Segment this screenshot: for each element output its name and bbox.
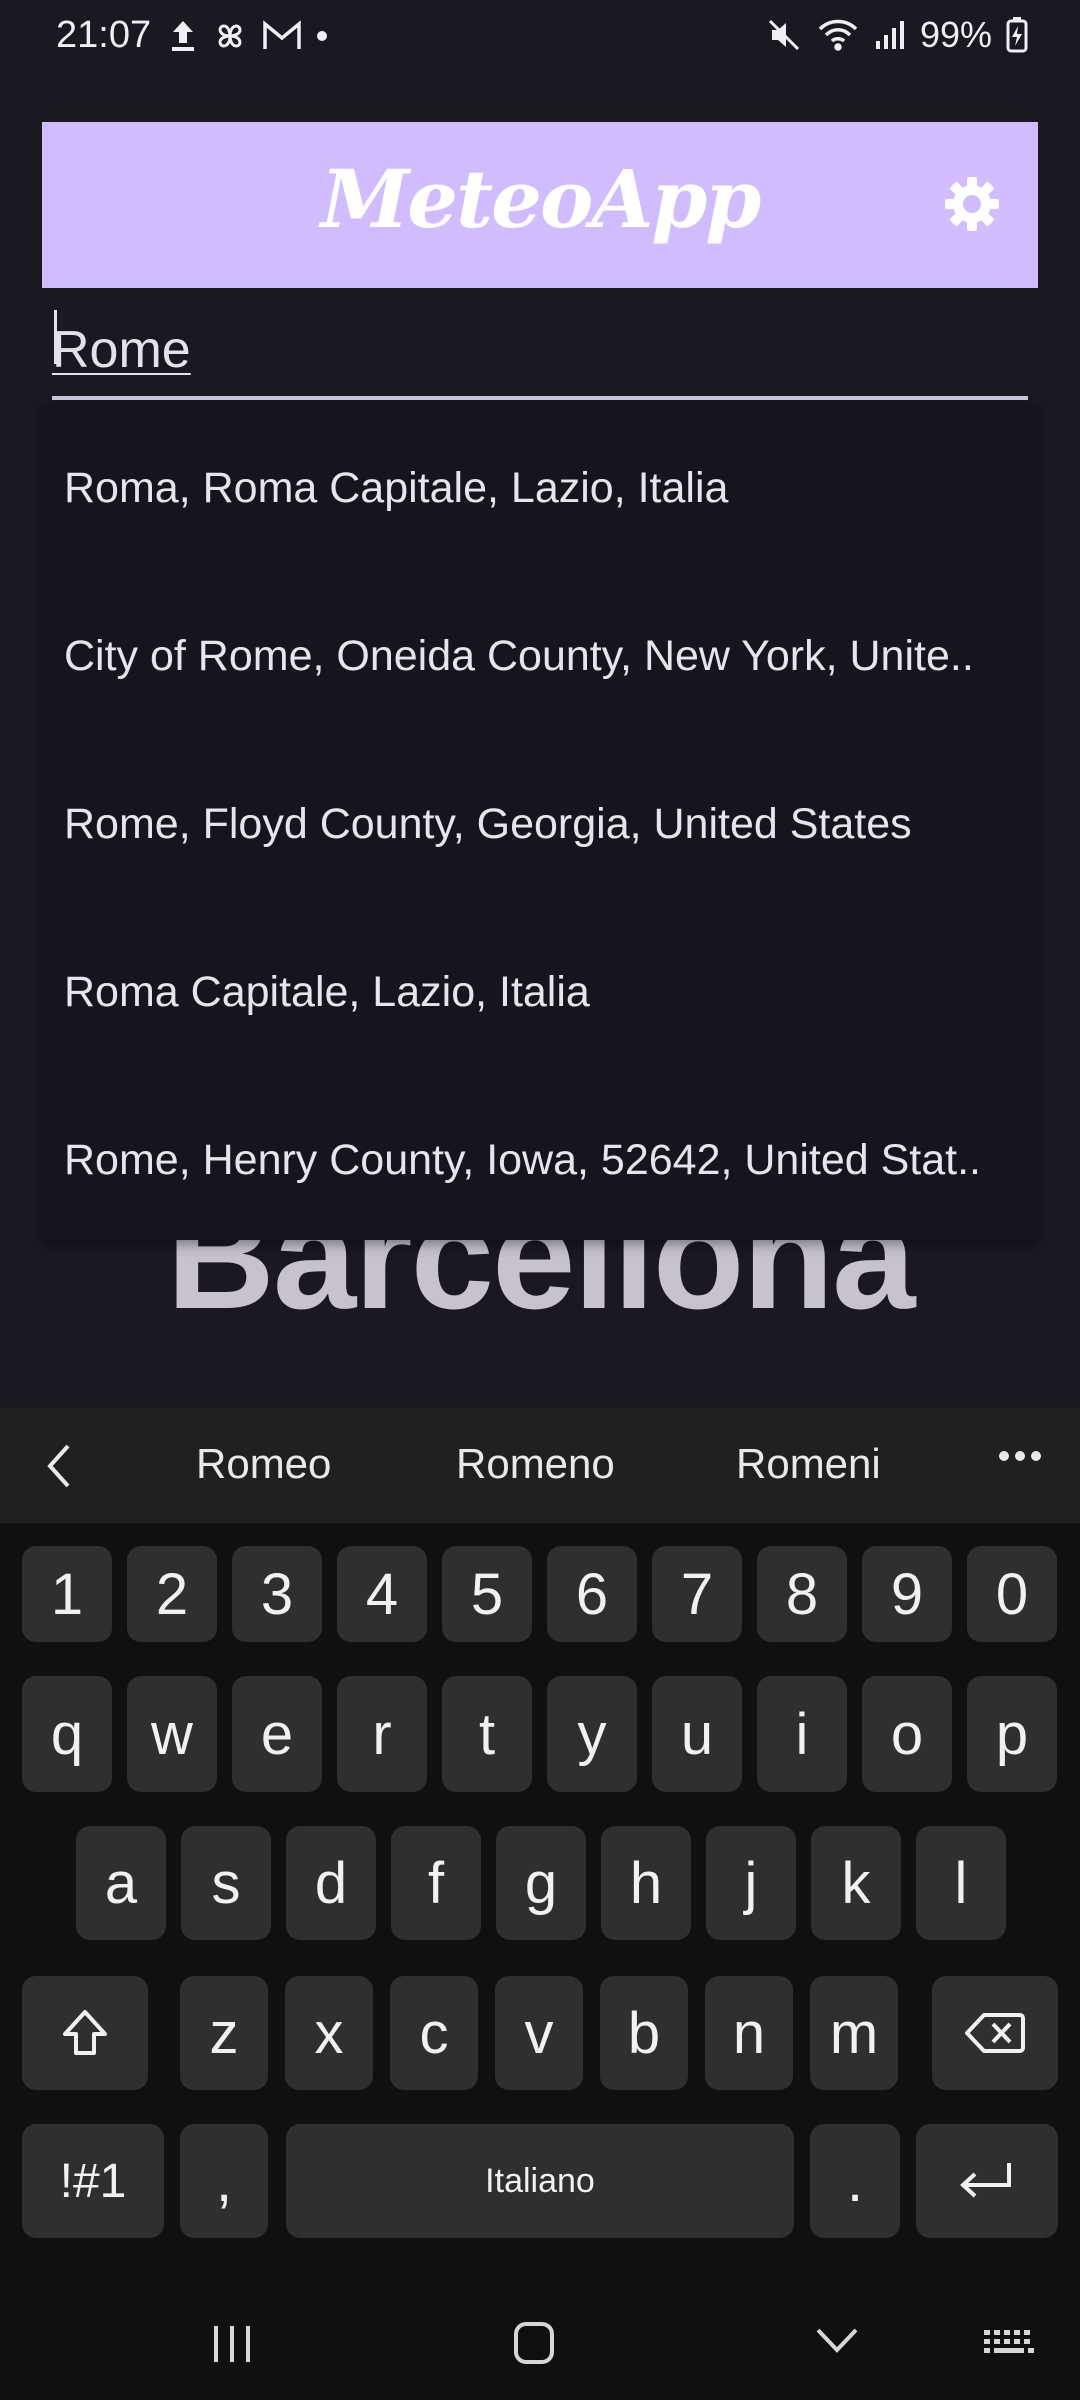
key-r[interactable]: r	[337, 1676, 427, 1792]
suggestion-item[interactable]: City of Rome, Oneida County, New York, U…	[42, 572, 1038, 740]
notification-dot-icon	[316, 30, 328, 42]
key-7[interactable]: 7	[652, 1546, 742, 1642]
status-notification-icons	[168, 18, 328, 54]
key-2[interactable]: 2	[127, 1546, 217, 1642]
suggestion-item[interactable]: Roma, Roma Capitale, Lazio, Italia	[42, 404, 1038, 572]
key-k[interactable]: k	[811, 1826, 901, 1940]
key-5[interactable]: 5	[442, 1546, 532, 1642]
key-m[interactable]: m	[810, 1976, 898, 2090]
soft-keyboard: Romeo Romeno Romeni 1234567890 qwertyuio…	[0, 1408, 1080, 2400]
suggestions-dropdown: Roma, Roma Capitale, Lazio, Italia City …	[42, 404, 1038, 1240]
backspace-key[interactable]	[932, 1976, 1058, 2090]
upload-icon	[168, 19, 198, 53]
word-suggestion[interactable]: Romeno	[456, 1440, 615, 1488]
pinwheel-icon	[212, 18, 248, 54]
search-input-text[interactable]: Rome	[52, 320, 191, 380]
key-o[interactable]: o	[862, 1676, 952, 1792]
keyboard-suggestion-bar: Romeo Romeno Romeni	[0, 1408, 1080, 1523]
suggestion-item[interactable]: Rome, Henry County, Iowa, 52642, United …	[42, 1076, 1038, 1244]
app-bar: MeteoApp	[42, 122, 1038, 288]
suggestion-item[interactable]: Roma Capitale, Lazio, Italia	[42, 908, 1038, 1076]
chevron-left-icon[interactable]	[44, 1442, 74, 1490]
key-j[interactable]: j	[706, 1826, 796, 1940]
key-w[interactable]: w	[127, 1676, 217, 1792]
mute-icon	[766, 17, 802, 53]
key-a[interactable]: a	[76, 1826, 166, 1940]
home-icon[interactable]	[512, 2320, 556, 2366]
gmail-icon	[262, 20, 302, 52]
suggestion-item[interactable]: Rome, Floyd County, Georgia, United Stat…	[42, 740, 1038, 908]
recent-apps-icon[interactable]	[210, 2322, 254, 2366]
key-u[interactable]: u	[652, 1676, 742, 1792]
status-bar: 21:07 99%	[0, 0, 1080, 76]
battery-percent: 99%	[919, 14, 992, 55]
space-key[interactable]: Italiano	[286, 2124, 794, 2238]
key-8[interactable]: 8	[757, 1546, 847, 1642]
key-b[interactable]: b	[600, 1976, 688, 2090]
key-i[interactable]: i	[757, 1676, 847, 1792]
key-g[interactable]: g	[496, 1826, 586, 1940]
key-y[interactable]: y	[547, 1676, 637, 1792]
shift-key[interactable]	[22, 1976, 148, 2090]
key-d[interactable]: d	[286, 1826, 376, 1940]
hide-keyboard-chevron-down-icon[interactable]	[814, 2326, 860, 2356]
key-v[interactable]: v	[495, 1976, 583, 2090]
wifi-icon	[816, 17, 860, 53]
key-3[interactable]: 3	[232, 1546, 322, 1642]
word-suggestion[interactable]: Romeo	[196, 1440, 331, 1488]
key-q[interactable]: q	[22, 1676, 112, 1792]
key-l[interactable]: l	[916, 1826, 1006, 1940]
battery-charging-icon	[1006, 17, 1028, 53]
app-title: MeteoApp	[320, 152, 762, 246]
key-f[interactable]: f	[391, 1826, 481, 1940]
key-h[interactable]: h	[601, 1826, 691, 1940]
key-1[interactable]: 1	[22, 1546, 112, 1642]
settings-gear-icon[interactable]	[942, 174, 1002, 234]
more-options-icon[interactable]	[998, 1448, 1042, 1464]
signal-icon	[874, 19, 906, 51]
city-search-field[interactable]: Rome	[52, 310, 1028, 400]
key-9[interactable]: 9	[862, 1546, 952, 1642]
key-x[interactable]: x	[285, 1976, 373, 2090]
key-p[interactable]: p	[967, 1676, 1057, 1792]
enter-key[interactable]	[916, 2124, 1058, 2238]
comma-key[interactable]: ,	[180, 2124, 268, 2238]
symbols-key[interactable]: !#1	[22, 2124, 164, 2238]
key-n[interactable]: n	[705, 1976, 793, 2090]
key-e[interactable]: e	[232, 1676, 322, 1792]
key-z[interactable]: z	[180, 1976, 268, 2090]
period-key[interactable]: .	[810, 2124, 900, 2238]
status-time: 21:07	[56, 14, 152, 56]
key-s[interactable]: s	[181, 1826, 271, 1940]
system-navigation-bar	[0, 2290, 1080, 2400]
key-4[interactable]: 4	[337, 1546, 427, 1642]
word-suggestion[interactable]: Romeni	[736, 1440, 881, 1488]
key-0[interactable]: 0	[967, 1546, 1057, 1642]
key-t[interactable]: t	[442, 1676, 532, 1792]
key-6[interactable]: 6	[547, 1546, 637, 1642]
keyboard-switch-icon[interactable]	[982, 2328, 1036, 2356]
status-system-icons: 99%	[766, 14, 1028, 56]
key-c[interactable]: c	[390, 1976, 478, 2090]
